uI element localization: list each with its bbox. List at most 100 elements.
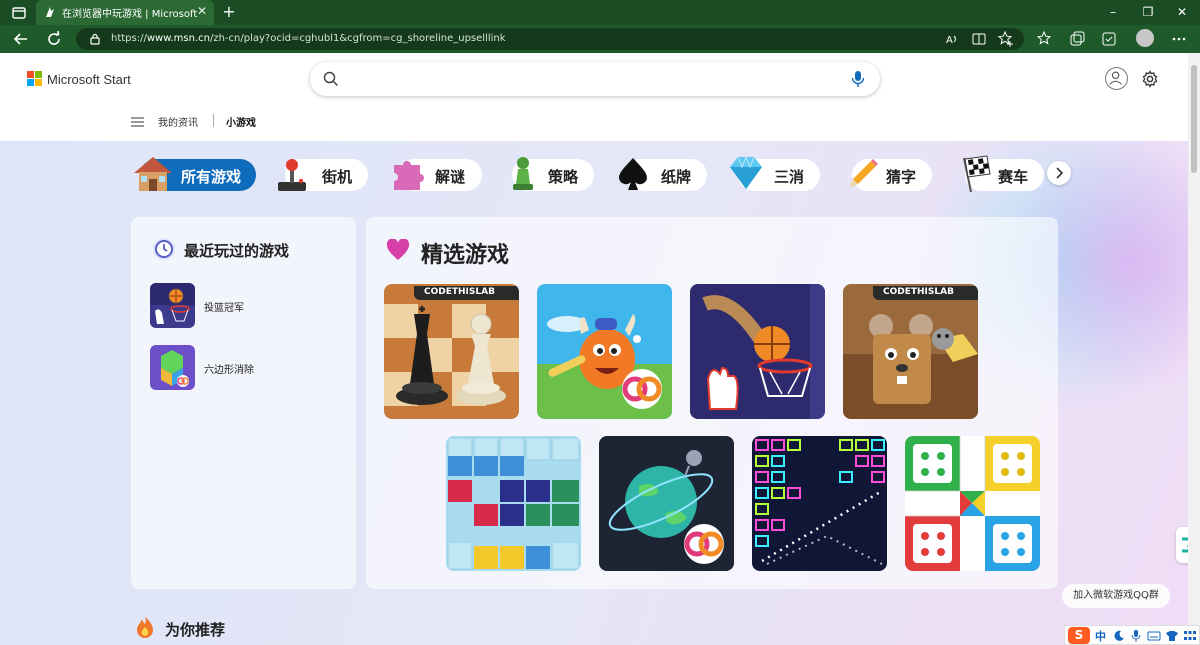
category-racing[interactable]: 赛车 — [963, 155, 1044, 193]
diamond-icon — [730, 155, 762, 189]
neon-bricks-game-tile[interactable] — [752, 436, 887, 571]
nav-my-feed[interactable]: 我的资讯 — [158, 114, 198, 129]
recent-game-item[interactable]: 六边形消除 — [150, 345, 350, 391]
puzzle-icon — [394, 161, 424, 190]
checkered-flag-icon — [963, 155, 991, 193]
mouse-game-tile[interactable]: CODETHISLAB — [843, 284, 978, 419]
recommend-title: 为你推荐 — [165, 621, 226, 639]
monster-cricket-game-tile[interactable] — [537, 284, 672, 419]
chevron-right-icon — [1056, 167, 1064, 179]
browser-tab-bar: 在浏览器中玩游戏 | Microsoft Start ✕ + – ❐ ✕ — [0, 0, 1200, 25]
category-label: 赛车 — [998, 168, 1029, 186]
block-puzzle-artwork — [446, 436, 581, 571]
clock-icon — [153, 238, 175, 260]
profile-avatar[interactable] — [1136, 29, 1154, 47]
back-arrow-icon[interactable] — [12, 30, 30, 48]
category-label: 策略 — [548, 168, 579, 186]
side-widget[interactable] — [1176, 527, 1188, 563]
new-tab-button[interactable]: + — [221, 3, 237, 21]
address-bar[interactable]: https://www.msn.cn/zh-cn/play?ocid=cghub… — [76, 28, 1024, 50]
settings-gear-icon[interactable] — [1141, 70, 1159, 88]
category-all-games[interactable]: 所有游戏 — [134, 157, 256, 191]
house-icon — [134, 157, 172, 191]
add-favorite-icon[interactable] — [997, 30, 1015, 48]
side-widget-icon — [1182, 537, 1188, 553]
refresh-icon[interactable] — [45, 30, 63, 48]
category-label: 解谜 — [435, 168, 466, 186]
hamburger-menu-icon[interactable] — [131, 117, 144, 127]
microphone-icon[interactable] — [850, 70, 866, 88]
categories-next-button[interactable] — [1047, 161, 1071, 185]
ime-toolbox-icon[interactable] — [1183, 630, 1197, 642]
category-puzzle[interactable]: 解谜 — [394, 159, 482, 191]
recent-game-name: 投篮冠军 — [204, 303, 244, 314]
lock-icon — [90, 33, 100, 45]
block-puzzle-game-tile[interactable] — [446, 436, 581, 571]
page-scrollbar[interactable] — [1188, 53, 1200, 645]
chess-game-tile[interactable]: CODETHISLAB — [384, 284, 519, 419]
flame-icon — [137, 616, 153, 638]
favorites-icon[interactable] — [1035, 30, 1053, 48]
category-strategy[interactable]: 策略 — [512, 157, 594, 191]
more-options-icon[interactable] — [1170, 30, 1188, 48]
sign-in-avatar[interactable] — [1105, 67, 1128, 90]
restore-button[interactable]: ❐ — [1140, 4, 1156, 20]
sogou-logo-icon: S — [1068, 627, 1090, 644]
codethislab-badge: CODETHISLAB — [414, 286, 519, 300]
user-icon — [1109, 71, 1122, 85]
moon-icon[interactable] — [1113, 630, 1125, 642]
search-icon — [323, 71, 339, 87]
category-cards[interactable]: 纸牌 — [619, 158, 707, 191]
heart-icon — [386, 239, 410, 260]
recent-game-item[interactable]: 投篮冠军 — [150, 283, 350, 329]
chess-artwork — [384, 284, 519, 419]
ludo-game-tile[interactable] — [905, 436, 1040, 571]
ludo-artwork — [905, 436, 1040, 571]
collections-icon[interactable] — [1068, 30, 1086, 48]
skin-shirt-icon[interactable] — [1165, 630, 1179, 642]
hexagon-game-thumbnail — [150, 345, 195, 390]
search-box[interactable] — [310, 62, 880, 96]
category-label: 所有游戏 — [181, 168, 242, 186]
category-word[interactable]: 猜字 — [850, 159, 932, 191]
recent-games-panel: 最近玩过的游戏 投篮冠军 六边形消除 — [131, 217, 356, 589]
brand-name[interactable]: Microsoft Start — [47, 72, 131, 87]
featured-title: 精选游戏 — [421, 243, 510, 268]
tab-title: 在浏览器中玩游戏 | Microsoft Start — [62, 9, 198, 20]
keyboard-icon[interactable] — [1147, 630, 1161, 642]
monster-artwork — [537, 284, 672, 419]
category-label: 猜字 — [886, 168, 917, 186]
pencil-icon — [850, 159, 878, 187]
category-arcade[interactable]: 街机 — [278, 159, 368, 191]
search-input[interactable] — [350, 68, 830, 90]
basketball-game-tile[interactable] — [690, 284, 825, 419]
category-label: 纸牌 — [661, 168, 692, 186]
scrollbar-thumb[interactable] — [1191, 65, 1197, 173]
pawn-icon — [513, 157, 533, 190]
window-menu-icon[interactable] — [10, 4, 28, 22]
read-aloud-icon[interactable]: A — [943, 30, 961, 48]
browser-tab-active[interactable]: 在浏览器中玩游戏 | Microsoft Start ✕ — [36, 0, 214, 25]
mouse-artwork — [843, 284, 978, 419]
ime-mic-icon[interactable] — [1131, 629, 1141, 643]
address-url: https://www.msn.cn/zh-cn/play?ocid=cghub… — [111, 33, 506, 44]
msn-favicon-icon — [46, 7, 54, 17]
category-match3[interactable]: 三消 — [730, 155, 820, 191]
browser-essentials-icon[interactable] — [1100, 30, 1118, 48]
join-qq-group-button[interactable]: 加入微软游戏QQ群 — [1062, 584, 1170, 608]
browser-toolbar: https://www.msn.cn/zh-cn/play?ocid=cghub… — [0, 25, 1200, 53]
planet-artwork — [599, 436, 734, 571]
tab-close-icon[interactable]: ✕ — [194, 3, 210, 19]
recent-title: 最近玩过的游戏 — [184, 242, 290, 260]
immersive-reader-icon[interactable] — [970, 30, 988, 48]
ime-toolbar[interactable]: S 中 — [1064, 625, 1200, 645]
close-window-button[interactable]: ✕ — [1174, 4, 1190, 20]
microsoft-logo-icon[interactable] — [27, 71, 42, 86]
minimize-button[interactable]: – — [1105, 4, 1121, 20]
planet-game-tile[interactable] — [599, 436, 734, 571]
codethislab-badge: CODETHISLAB — [873, 286, 978, 300]
nav-games[interactable]: 小游戏 — [226, 114, 256, 129]
category-label: 街机 — [322, 168, 353, 186]
joystick-icon — [278, 159, 306, 191]
ime-language[interactable]: 中 — [1095, 628, 1106, 644]
